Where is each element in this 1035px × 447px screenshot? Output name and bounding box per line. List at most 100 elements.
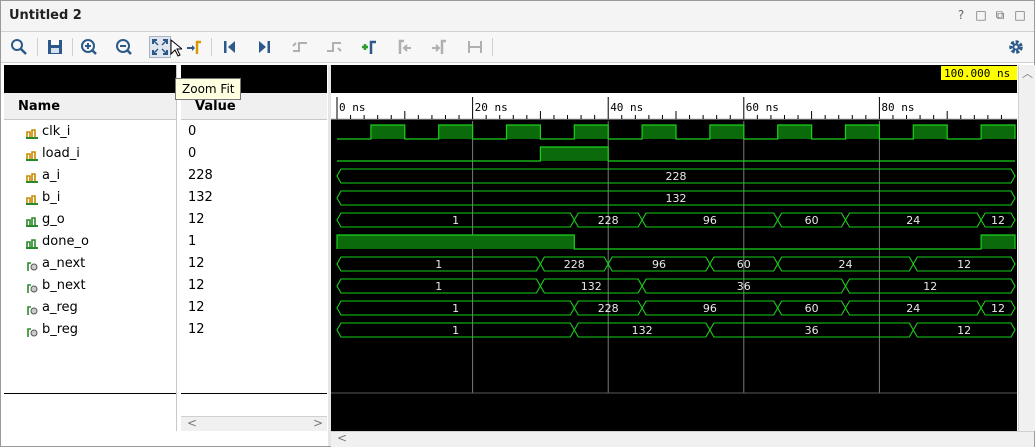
wave-load_i: [337, 146, 1015, 162]
signal-row-clk_i[interactable]: clk_i: [4, 121, 176, 143]
cursor-time-label: 100.000 ns: [944, 67, 1010, 80]
signal-row-done_o[interactable]: done_o: [4, 231, 176, 253]
next-transition-icon[interactable]: [324, 37, 344, 57]
zoom-in-icon[interactable]: [79, 37, 99, 57]
wave-b_reg-value: 36: [805, 324, 819, 337]
wave-clk_i-high: [574, 125, 609, 139]
signal-row-b_reg[interactable]: b_reg: [4, 319, 176, 341]
wave-clk_i-high: [506, 125, 541, 139]
toolbar: [1, 32, 1034, 63]
settings-gear-icon[interactable]: [1006, 37, 1026, 57]
name-column-header[interactable]: Name: [4, 93, 176, 120]
wave-clk_i-high: [981, 125, 1015, 139]
wave-clk_i-high: [913, 125, 948, 139]
minimize-button[interactable]: □: [974, 8, 988, 22]
wave-b_reg-value: 12: [957, 324, 971, 337]
input-bus-icon: [26, 192, 38, 205]
wave-done_o-high: [337, 235, 575, 249]
wave-a_next-value: 12: [957, 258, 971, 271]
value-done_o: 1: [188, 234, 197, 249]
wave-b_next-value: 132: [581, 280, 602, 293]
ruler-tick-label: 80 ns: [881, 101, 914, 114]
signal-row-b_next[interactable]: b_next: [4, 275, 176, 297]
value-hscrollbar[interactable]: < >: [181, 416, 327, 431]
wave-a_reg-value: 12: [991, 302, 1005, 315]
wave-a_next-value: 96: [652, 258, 666, 271]
value-b_next: 12: [188, 278, 205, 293]
internal-signal-icon: [26, 302, 38, 315]
go-to-cursor-icon[interactable]: [184, 37, 204, 57]
wave-b_next-value: 12: [923, 280, 937, 293]
wave-load_i-high: [540, 147, 609, 161]
wave-a_next-value: 60: [737, 258, 751, 271]
output-port-icon: [26, 236, 38, 249]
input-bus-icon: [26, 170, 38, 183]
wave-b_next-value: 36: [737, 280, 751, 293]
zoom-fit-icon[interactable]: [149, 36, 171, 58]
wave-clk_i-high: [370, 125, 405, 139]
value-g_o: 12: [188, 212, 205, 227]
wave-clk_i-high: [777, 125, 812, 139]
wave-b_i-value: 132: [666, 192, 687, 205]
ruler-top-band: [331, 65, 1017, 93]
ruler-tick-label: 60 ns: [746, 101, 779, 114]
add-marker-icon[interactable]: [359, 37, 379, 57]
signal-row-load_i[interactable]: load_i: [4, 143, 176, 165]
wave-a_reg-value: 228: [598, 302, 619, 315]
wave-a_i-value: 228: [666, 170, 687, 183]
ruler-tick-label: 40 ns: [610, 101, 643, 114]
previous-transition-icon[interactable]: [290, 37, 310, 57]
wave-clk_i: [337, 124, 1016, 140]
ruler-tick-label: 0 ns: [339, 101, 366, 114]
go-to-start-icon[interactable]: [220, 37, 240, 57]
waveform-canvas[interactable]: 0 ns 20 ns 40 ns 60 ns 80 ns 100.000 ns 228 132…: [331, 65, 1017, 431]
internal-signal-icon: [26, 258, 38, 271]
wave-clk_i-high: [709, 125, 744, 139]
waveform-area[interactable]: 0 ns 20 ns 40 ns 60 ns 80 ns 100.000 ns 228 132…: [331, 65, 1017, 431]
zoom-out-icon[interactable]: [114, 37, 134, 57]
signal-row-a_next[interactable]: a_next: [4, 253, 176, 275]
zoom-fit-tooltip: Zoom Fit: [175, 78, 242, 100]
maximize-button[interactable]: □: [1013, 8, 1027, 22]
wave-a_next-value: 24: [839, 258, 853, 271]
next-marker-icon[interactable]: [429, 37, 449, 57]
window-title: Untitled 2: [9, 8, 82, 23]
float-button[interactable]: ⧉: [993, 8, 1007, 22]
wave-g_o-value: 60: [805, 214, 819, 227]
help-button[interactable]: ?: [954, 8, 968, 22]
wave-g_o-value: 96: [703, 214, 717, 227]
value-a_i: 228: [188, 168, 213, 183]
wave-vscrollbar[interactable]: ︿: [1018, 65, 1035, 431]
wave-hscrollbar[interactable]: <: [331, 431, 1034, 447]
signal-row-a_reg[interactable]: a_reg: [4, 297, 176, 319]
wave-a_next-value: 1: [435, 258, 442, 271]
wave-b_next-value: 1: [435, 280, 442, 293]
wave-b_reg-value: 132: [632, 324, 653, 337]
input-port-icon: [26, 126, 38, 139]
ruler-tick-label: 20 ns: [475, 101, 508, 114]
value-a_reg: 12: [188, 300, 205, 315]
value-clk_i: 0: [188, 124, 197, 139]
wave-a_reg-value: 60: [805, 302, 819, 315]
title-bar: Untitled 2 ? □ ⧉ □: [1, 1, 1034, 32]
signal-row-a_i[interactable]: a_i: [4, 165, 176, 187]
wave-g_o-value: 12: [991, 214, 1005, 227]
wave-g_o-value: 228: [598, 214, 619, 227]
waveform-window: Untitled 2 ? □ ⧉ □ Name clk_i load_i a_i…: [0, 0, 1035, 447]
go-to-end-icon[interactable]: [254, 37, 274, 57]
mouse-cursor-icon: [170, 39, 182, 57]
value-b_reg: 12: [188, 322, 205, 337]
wave-done_o-high: [981, 235, 1015, 249]
signal-row-b_i[interactable]: b_i: [4, 187, 176, 209]
internal-signal-icon: [26, 324, 38, 337]
signal-value-pane: Value 0 0 228 132 12 1 12 12 12 12 < >: [181, 65, 327, 431]
wave-a_reg-value: 1: [452, 302, 459, 315]
wave-clk_i-high: [642, 125, 676, 139]
previous-marker-icon[interactable]: [395, 37, 415, 57]
swap-cursors-icon[interactable]: [465, 37, 485, 57]
search-icon[interactable]: [9, 37, 29, 57]
save-icon[interactable]: [45, 37, 65, 57]
signal-row-g_o[interactable]: g_o: [4, 209, 176, 231]
value-load_i: 0: [188, 146, 197, 161]
wave-g_o-value: 1: [452, 214, 459, 227]
